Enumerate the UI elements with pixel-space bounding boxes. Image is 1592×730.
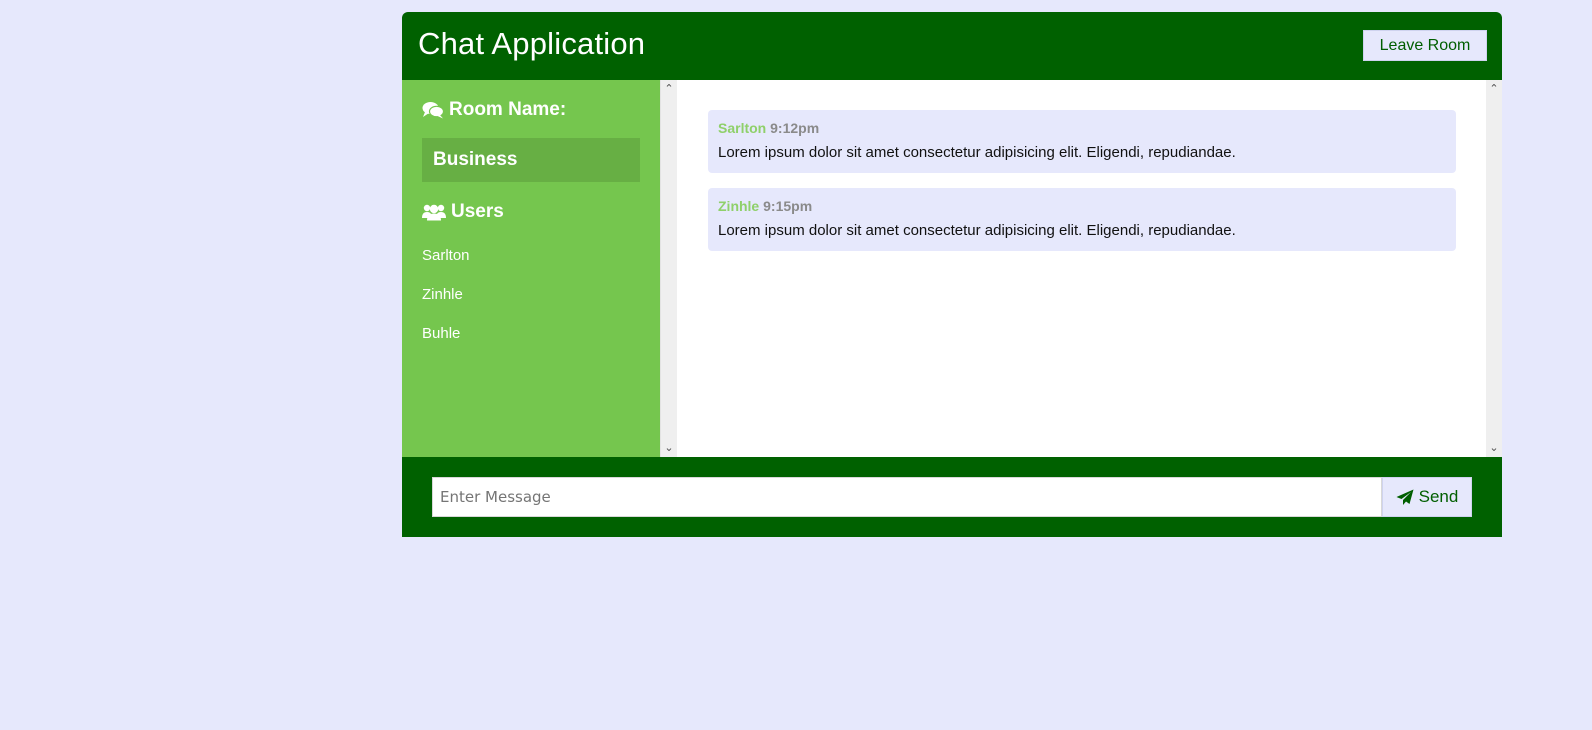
paper-plane-icon bbox=[1396, 489, 1414, 505]
scroll-down-arrow-icon[interactable]: ⌄ bbox=[661, 441, 677, 455]
send-button[interactable]: Send bbox=[1382, 477, 1472, 517]
app-title: Chat Application bbox=[418, 26, 646, 61]
room-name-heading: Room Name: bbox=[422, 99, 566, 121]
leave-room-button[interactable]: Leave Room bbox=[1363, 30, 1487, 61]
scroll-down-arrow-icon[interactable]: ⌄ bbox=[1486, 441, 1502, 455]
users-icon bbox=[422, 204, 446, 221]
message-text: Lorem ipsum dolor sit amet consectetur a… bbox=[718, 222, 1236, 239]
chat-header: Chat Application Leave Room bbox=[402, 12, 1502, 80]
user-item: Sarlton bbox=[422, 247, 470, 264]
message-time: 9:15pm bbox=[763, 198, 813, 214]
user-item: Zinhle bbox=[422, 286, 463, 303]
message-author: Sarlton bbox=[718, 120, 767, 136]
chat-container: Chat Application Leave Room Room Name: B… bbox=[402, 12, 1502, 537]
users-list: Sarlton Zinhle Buhle bbox=[422, 246, 470, 363]
message: Sarlton 9:12pm Lorem ipsum dolor sit ame… bbox=[708, 110, 1456, 173]
messages-scrollbar[interactable]: ⌃ ⌄ bbox=[1486, 80, 1502, 457]
message-meta: Zinhle 9:15pm bbox=[718, 198, 1446, 214]
chat-main: Room Name: Business Users Sarlton Zinhle… bbox=[402, 80, 1502, 457]
message-meta: Sarlton 9:12pm bbox=[718, 120, 1446, 136]
user-item: Buhle bbox=[422, 325, 461, 342]
message-time: 9:12pm bbox=[770, 120, 820, 136]
chat-form: Send bbox=[402, 457, 1502, 537]
message-input[interactable] bbox=[432, 477, 1382, 517]
room-name: Business bbox=[422, 138, 640, 182]
message-author: Zinhle bbox=[718, 198, 760, 214]
scroll-up-arrow-icon[interactable]: ⌃ bbox=[661, 82, 677, 96]
users-heading-label: Users bbox=[451, 201, 504, 222]
sidebar-scrollbar[interactable]: ⌃ ⌄ bbox=[660, 80, 677, 457]
room-name-heading-label: Room Name: bbox=[449, 99, 567, 120]
chat-messages: Sarlton 9:12pm Lorem ipsum dolor sit ame… bbox=[677, 80, 1486, 457]
scroll-up-arrow-icon[interactable]: ⌃ bbox=[1486, 82, 1502, 96]
chat-sidebar: Room Name: Business Users Sarlton Zinhle… bbox=[402, 80, 660, 457]
message: Zinhle 9:15pm Lorem ipsum dolor sit amet… bbox=[708, 188, 1456, 251]
users-heading: Users bbox=[422, 201, 504, 223]
comments-icon bbox=[422, 102, 444, 119]
message-text: Lorem ipsum dolor sit amet consectetur a… bbox=[718, 144, 1236, 161]
send-button-label: Send bbox=[1418, 487, 1459, 506]
